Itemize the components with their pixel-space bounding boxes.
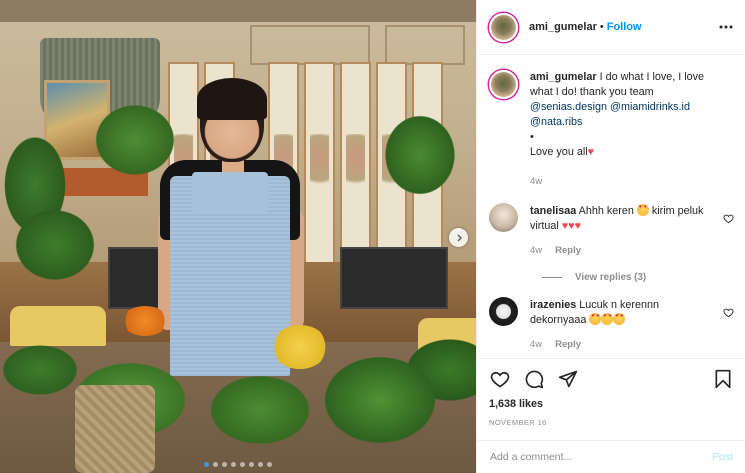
next-arrow-icon <box>457 234 462 241</box>
carousel-next-button[interactable] <box>449 228 468 247</box>
photo-wall-panel <box>250 25 370 65</box>
view-replies-button[interactable]: View replies (3) <box>542 272 734 283</box>
carousel-dot <box>204 462 209 467</box>
heart-eyes-emoji <box>636 204 649 216</box>
post-header: ami_gumelar • Follow <box>477 0 745 55</box>
more-options-button[interactable] <box>719 20 733 34</box>
photo-speaker <box>340 247 448 309</box>
post-caption: ami_gumelar I do what I love, I love wha… <box>489 70 734 189</box>
carousel-dot <box>240 462 245 467</box>
like-icon <box>490 371 510 388</box>
caption-mention[interactable]: @nata.ribs <box>530 116 582 128</box>
comment-text: Ahhh keren <box>578 205 634 217</box>
photo-person-hair <box>197 78 267 120</box>
like-button[interactable] <box>489 368 511 390</box>
photo-yellow-flower <box>272 325 328 369</box>
save-icon <box>715 369 731 389</box>
likes-count[interactable]: 1,638 likes <box>489 398 734 410</box>
caption-age: 4w <box>530 176 543 187</box>
photo-speaker <box>108 247 164 309</box>
photo-foreground-plants <box>0 310 476 473</box>
caption-author-avatar[interactable] <box>489 70 518 99</box>
comment-username[interactable]: irazenies <box>530 299 576 311</box>
post-photo[interactable] <box>0 0 476 473</box>
caption-bullet: • <box>530 131 534 143</box>
caption-username[interactable]: ami_gumelar <box>530 71 597 83</box>
caption-text: ami_gumelar I do what I love, I love wha… <box>530 70 720 160</box>
comment-icon <box>525 370 544 389</box>
photo-folding-screen <box>304 62 335 267</box>
header-separator: • <box>599 21 604 33</box>
post-date: NOVEMBER 16 <box>489 418 547 427</box>
author-avatar[interactable] <box>489 12 518 42</box>
comment-like-button[interactable] <box>723 213 734 224</box>
author-username[interactable]: ami_gumelar <box>529 21 597 33</box>
photo-orange-flower <box>122 306 168 336</box>
comment-age: 4w <box>530 339 543 350</box>
carousel-indicators <box>0 462 476 467</box>
comment-age: 4w <box>530 245 543 256</box>
carousel-dot <box>222 462 227 467</box>
commenter-avatar[interactable] <box>489 297 518 326</box>
caption-mention[interactable]: @senias.design <box>530 101 607 113</box>
share-icon <box>558 370 578 388</box>
photo-wall-panel <box>385 25 465 65</box>
post-comment-button[interactable]: Post <box>712 451 733 463</box>
post-actions: 1,638 likes NOVEMBER 16 <box>477 358 745 427</box>
more-options-icon <box>719 25 733 29</box>
comment-input[interactable] <box>490 451 712 463</box>
carousel-dot <box>249 462 254 467</box>
comment-button[interactable] <box>523 368 545 390</box>
comment-like-icon <box>723 214 734 224</box>
comments-list[interactable]: ami_gumelar I do what I love, I love wha… <box>477 56 745 358</box>
photo-plant <box>380 110 460 200</box>
post-side-panel: ami_gumelar • Follow ami_gumelar I do wh… <box>476 0 745 473</box>
carousel-dot <box>258 462 263 467</box>
photo-folding-screen <box>340 62 371 267</box>
carousel-dot <box>231 462 236 467</box>
action-icons <box>489 368 734 390</box>
comment-item: tanelisaa Ahhh keren kirim peluk virtual… <box>489 203 734 258</box>
reply-button[interactable]: Reply <box>555 243 581 258</box>
red-heart-emoji: ♥♥♥ <box>561 220 582 232</box>
photo-basket-planter <box>75 385 155 473</box>
comment-like-icon <box>723 308 734 318</box>
heart-eyes-emoji <box>613 313 626 325</box>
reply-button[interactable]: Reply <box>555 337 581 352</box>
instagram-post-modal: ami_gumelar • Follow ami_gumelar I do wh… <box>0 0 745 473</box>
follow-button[interactable]: Follow <box>607 21 642 33</box>
view-replies-line <box>542 277 562 278</box>
photo-person-apron-bib <box>192 172 268 212</box>
comment-like-button[interactable] <box>723 307 734 318</box>
add-comment-bar: Post <box>477 440 745 473</box>
carousel-dot <box>213 462 218 467</box>
carousel-dot <box>267 462 272 467</box>
commenter-avatar[interactable] <box>489 203 518 232</box>
heart-eyes-emoji <box>601 313 614 325</box>
photo-plant <box>10 205 100 285</box>
photo-ceiling <box>0 0 476 22</box>
view-replies-label: View replies (3) <box>575 272 647 283</box>
red-heart-emoji: ♥ <box>587 146 595 158</box>
caption-closing: Love you all <box>530 146 588 158</box>
comment-username[interactable]: tanelisaa <box>530 205 576 217</box>
save-button[interactable] <box>712 368 734 390</box>
comment-item: irazenies Lucuk n kerennn dekornyaaa 4w … <box>489 297 734 352</box>
heart-eyes-emoji <box>589 313 602 325</box>
caption-mention[interactable]: @miamidrinks.id <box>610 101 690 113</box>
share-button[interactable] <box>557 368 579 390</box>
